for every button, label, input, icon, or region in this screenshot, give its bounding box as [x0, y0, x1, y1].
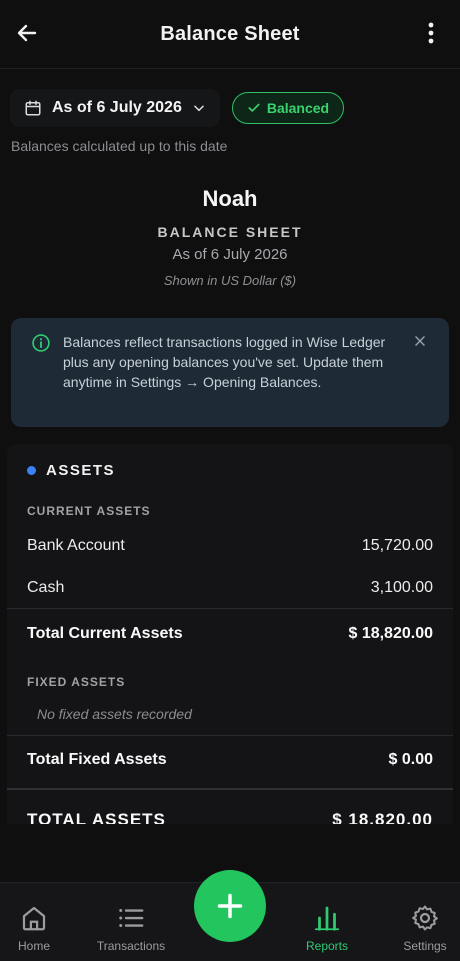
calendar-icon: [25, 100, 41, 116]
report-header: Noah BALANCE SHEET As of 6 July 2026 Sho…: [0, 186, 460, 288]
assets-title: ASSETS: [46, 462, 116, 479]
app-bar: Balance Sheet: [0, 0, 460, 69]
report-currency: Shown in US Dollar ($): [163, 273, 297, 288]
total-fixed-assets-row: Total Fixed Assets $ 0.00: [27, 751, 433, 769]
asset-name: Bank Account: [27, 537, 125, 554]
arrow-left-icon: [17, 24, 37, 42]
plus-icon: [217, 893, 243, 919]
balanced-status-badge: Balanced: [231, 92, 345, 124]
gear-icon: [412, 905, 438, 931]
check-icon: [248, 103, 260, 112]
report-label: BALANCE SHEET: [157, 224, 303, 240]
page-title: Balance Sheet: [160, 22, 300, 45]
nav-label: Reports: [305, 939, 349, 953]
current-assets-heading: CURRENT ASSETS: [27, 504, 151, 518]
divider: [7, 788, 453, 790]
info-banner-text: Balances reflect transactions logged in …: [63, 334, 386, 390]
add-transaction-button[interactable]: [194, 870, 266, 942]
back-button[interactable]: [12, 18, 42, 48]
divider: [7, 735, 453, 736]
bar-chart-icon: [314, 906, 340, 931]
report-date: As of 6 July 2026: [172, 246, 288, 263]
chevron-down-icon: [194, 105, 204, 112]
total-fixed-assets-amount: $ 0.00: [388, 751, 433, 768]
nav-reports[interactable]: Reports: [282, 903, 372, 953]
date-filter-row: As of 6 July 2026 Balanced: [10, 88, 345, 128]
assets-dot: [27, 466, 36, 475]
divider: [7, 608, 453, 609]
nav-label: Transactions: [96, 939, 166, 953]
asset-row[interactable]: Bank Account 15,720.00: [27, 537, 433, 555]
nav-label: Home: [17, 939, 50, 953]
date-selector-label: As of 6 July 2026: [52, 99, 182, 116]
total-current-assets-amount: $ 18,820.00: [348, 625, 433, 642]
total-assets-label: TOTAL ASSETS: [27, 810, 166, 824]
date-selector[interactable]: As of 6 July 2026: [10, 89, 220, 127]
home-icon: [22, 906, 46, 931]
total-fixed-assets-label: Total Fixed Assets: [27, 751, 167, 768]
close-icon[interactable]: [413, 334, 427, 348]
total-current-assets-row: Total Current Assets $ 18,820.00: [27, 625, 433, 643]
date-caption: Balances calculated up to this date: [11, 138, 228, 154]
entity-name: Noah: [202, 186, 258, 211]
info-icon: [32, 334, 50, 352]
total-assets-row: TOTAL ASSETS $ 18,820.00: [27, 810, 433, 824]
nav-settings[interactable]: Settings: [380, 903, 460, 953]
asset-row[interactable]: Cash 3,100.00: [27, 579, 433, 597]
nav-transactions[interactable]: Transactions: [86, 903, 176, 953]
fixed-assets-heading: FIXED ASSETS: [27, 675, 126, 689]
total-current-assets-label: Total Current Assets: [27, 625, 183, 642]
more-vertical-icon: [428, 22, 434, 44]
assets-section-header: ASSETS: [27, 462, 115, 479]
assets-card: ASSETS CURRENT ASSETS Bank Account 15,72…: [7, 444, 453, 824]
nav-home[interactable]: Home: [0, 903, 79, 953]
nav-label: Settings: [403, 939, 447, 953]
status-label: Balanced: [266, 100, 330, 116]
asset-amount: 3,100.00: [370, 579, 433, 596]
asset-name: Cash: [27, 579, 65, 596]
info-banner: Balances reflect transactions logged in …: [11, 318, 449, 427]
fixed-assets-empty-text: No fixed assets recorded: [37, 706, 192, 722]
list-icon: [119, 909, 144, 927]
more-options-button[interactable]: [416, 18, 446, 48]
asset-amount: 15,720.00: [361, 537, 433, 554]
total-assets-amount: $ 18,820.00: [332, 810, 433, 824]
